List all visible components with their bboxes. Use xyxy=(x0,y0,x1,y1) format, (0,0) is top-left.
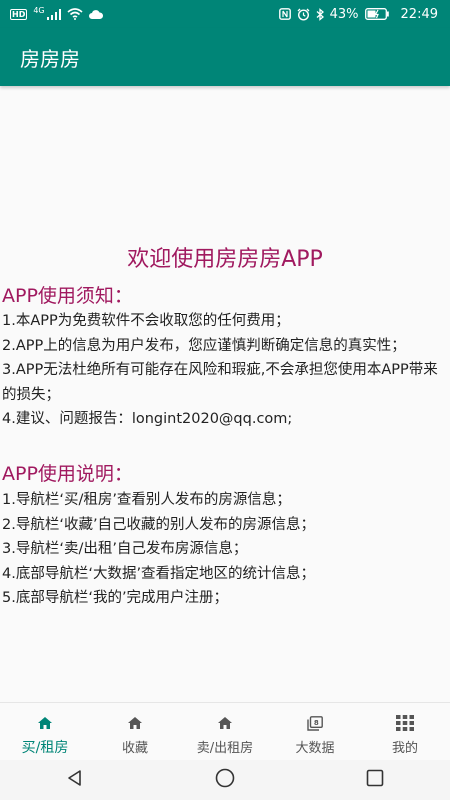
home-icon xyxy=(218,715,232,731)
guide-title: APP使用说明： xyxy=(2,463,133,485)
home-button[interactable] xyxy=(205,760,245,800)
cloud-icon xyxy=(88,9,103,19)
battery-icon xyxy=(364,8,389,20)
nav-item-big-data[interactable]: 8 大数据 xyxy=(270,703,360,761)
guide-list: 1.导航栏‘买/租房’查看别人发布的房源信息； 2.导航栏‘收藏’自己收藏的别人… xyxy=(2,488,442,611)
list-item: 2.APP上的信息为用户发布，您应谨慎判断确定信息的真实性； xyxy=(2,337,406,354)
notice-list: 1.本APP为免费软件不会收取您的任何费用； 2.APP上的信息为用户发布，您应… xyxy=(2,309,442,432)
back-triangle-icon xyxy=(66,769,84,791)
signal-icon xyxy=(46,8,61,20)
bottom-nav: 买/租房 收藏 卖/出租房 8 大数据 我的 xyxy=(0,702,450,761)
wifi-icon xyxy=(67,8,83,20)
svg-text:8: 8 xyxy=(314,719,319,727)
main-content: 欢迎使用房房房APP APP使用须知： 1.本APP为免费软件不会收取您的任何费… xyxy=(0,86,450,702)
battery-percent: 43% xyxy=(329,6,359,22)
clock: 22:49 xyxy=(400,6,438,22)
list-item: 1.本APP为免费软件不会收取您的任何费用； xyxy=(2,313,290,329)
recents-button[interactable] xyxy=(355,760,395,800)
back-button[interactable] xyxy=(55,760,95,800)
list-item: 3.APP无法杜绝所有可能存在风险和瑕疵,不会承担您使用本APP带来的损失； xyxy=(2,362,438,403)
nav-label: 收藏 xyxy=(121,741,148,756)
alarm-icon xyxy=(297,8,310,21)
app-title: 房房房 xyxy=(20,46,80,71)
list-item: 5.底部导航栏‘我的’完成用户注册； xyxy=(2,590,229,606)
nav-item-sell-rent[interactable]: 卖/出租房 xyxy=(180,703,270,761)
list-item: 3.导航栏‘卖/出租’自己发布房源信息； xyxy=(2,541,248,557)
nav-item-mine[interactable]: 我的 xyxy=(360,703,450,761)
list-item: 1.导航栏‘买/租房’查看别人发布的房源信息； xyxy=(2,492,291,508)
bluetooth-icon xyxy=(316,7,324,21)
nav-label: 大数据 xyxy=(295,741,335,756)
nav-label: 卖/出租房 xyxy=(196,741,254,756)
nav-item-buy-rent[interactable]: 买/租房 xyxy=(0,703,90,761)
home-icon xyxy=(128,715,142,731)
nav-item-favorites[interactable]: 收藏 xyxy=(90,703,180,761)
status-bar: HD 4G 43% 22:49 xyxy=(0,0,450,28)
list-item: 2.导航栏‘收藏’自己收藏的别人发布的房源信息； xyxy=(2,516,316,533)
grid-icon xyxy=(396,715,414,731)
data-icon: 8 xyxy=(307,715,323,731)
welcome-heading: 欢迎使用房房房APP xyxy=(127,247,323,272)
hd-indicator: HD xyxy=(10,8,28,20)
network-type: 4G xyxy=(33,5,45,15)
home-icon xyxy=(38,715,52,731)
notice-title: APP使用须知： xyxy=(2,285,133,307)
nav-label: 买/租房 xyxy=(21,740,69,756)
recents-square-icon xyxy=(366,769,384,791)
app-bar: 房房房 xyxy=(0,28,450,86)
system-nav-bar xyxy=(0,760,450,800)
home-circle-icon xyxy=(215,768,235,792)
list-item: 4.建议、问题报告：longint2020@qq.com; xyxy=(2,411,293,427)
nav-label: 我的 xyxy=(391,741,418,756)
nfc-icon xyxy=(278,8,291,20)
list-item: 4.底部导航栏‘大数据’查看指定地区的统计信息； xyxy=(2,565,316,582)
